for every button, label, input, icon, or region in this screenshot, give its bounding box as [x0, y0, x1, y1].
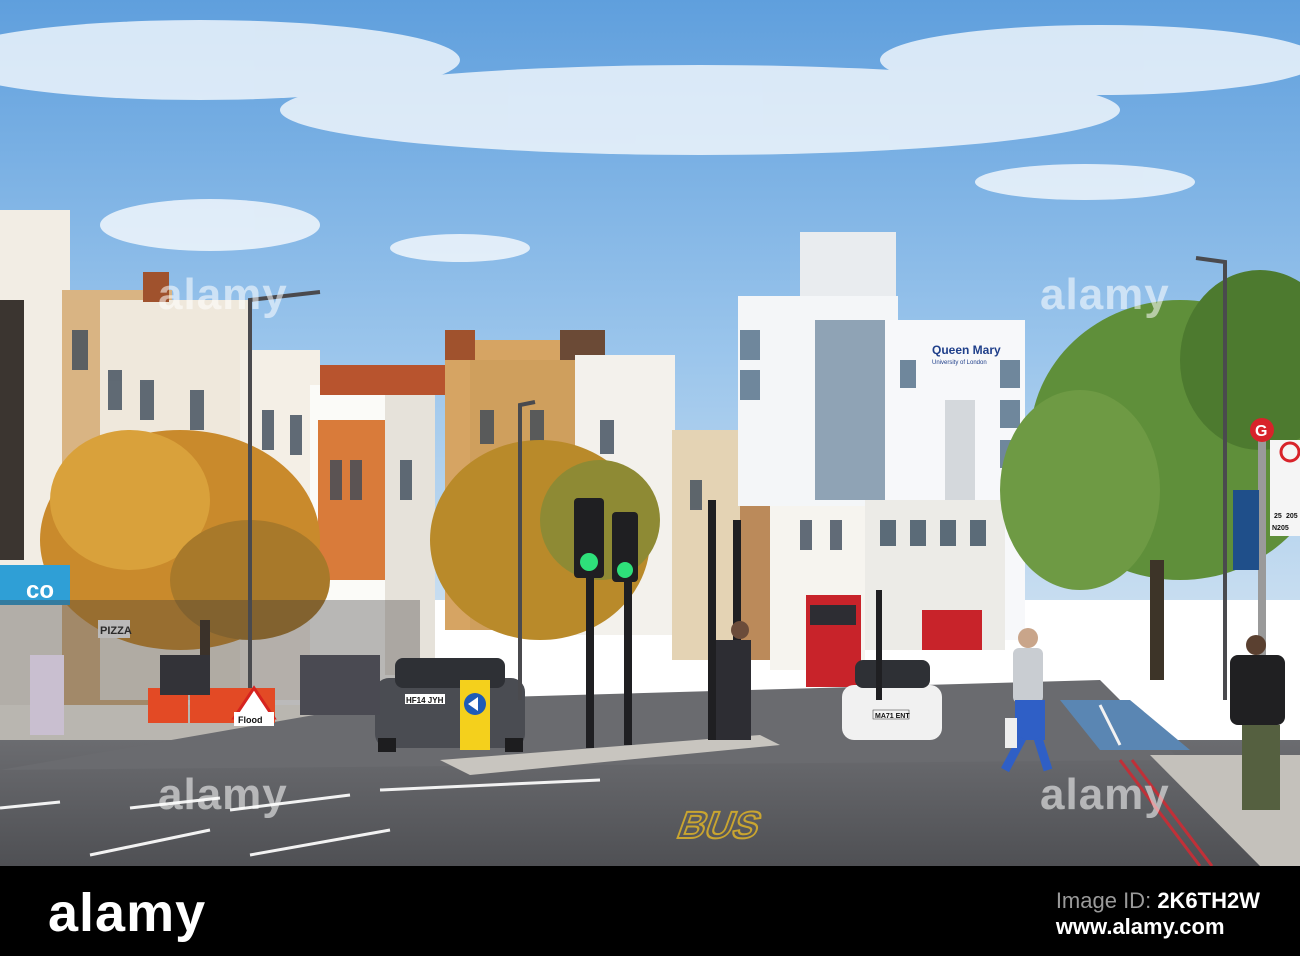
alamy-footer: alamy Image ID: 2K6TH2W www.alamy.com [0, 866, 1300, 956]
street-scene: Queen Mary University of London co PIZZA [0, 0, 1300, 866]
image-meta: Image ID: 2K6TH2W www.alamy.com [1056, 888, 1260, 940]
building-sign-sub: University of London [932, 360, 987, 366]
watermark-3: alamy [158, 770, 288, 819]
image-id-line: Image ID: 2K6TH2W [1056, 888, 1260, 914]
watermark-4: alamy [1040, 770, 1170, 819]
taxi-plate: MA71 ENT [875, 713, 910, 720]
watermark-1: alamy [158, 270, 288, 319]
building-sign: Queen Mary [932, 343, 1001, 357]
flood-sign: Flood [238, 715, 263, 725]
alamy-logo: alamy [48, 883, 207, 943]
audi-plate: HF14 JYH [406, 696, 444, 705]
street-photo: Queen Mary University of London co PIZZA [0, 0, 1300, 866]
site-url: www.alamy.com [1055, 914, 1225, 939]
image-id-value: 2K6TH2W [1157, 888, 1260, 913]
coop-sign: co [26, 577, 54, 604]
bus-stop-letter: G [1255, 423, 1267, 440]
image-id-label: Image ID: [1055, 888, 1152, 913]
bus-route-a: 25 [1274, 513, 1282, 520]
white-taxi: MA71 ENT [842, 660, 942, 740]
bus-route-c: N205 [1272, 525, 1289, 532]
bus-route-b: 205 [1286, 513, 1298, 520]
bus-road-marking: BUS [672, 804, 768, 847]
keep-left-sign [460, 680, 490, 750]
watermark-2: alamy [1040, 270, 1170, 319]
site-url-line: www.alamy.com [1056, 914, 1260, 940]
audi-car: HF14 JYH [375, 658, 525, 752]
